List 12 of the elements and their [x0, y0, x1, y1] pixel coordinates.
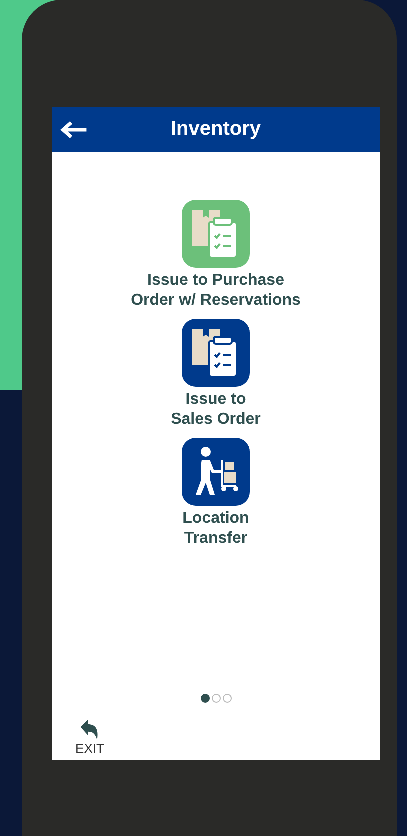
menu-item-label[interactable]: Location Transfer: [182, 509, 250, 549]
clipboard-box-icon[interactable]: [182, 200, 250, 268]
menu-item-label[interactable]: Issue to Purchase Order w/ Reservations: [131, 271, 301, 311]
menu-item-label[interactable]: Issue to Sales Order: [171, 390, 261, 430]
exit-button[interactable]: EXIT: [72, 719, 108, 756]
hand-truck-icon[interactable]: [182, 438, 250, 506]
screen-title: Inventory: [170, 118, 262, 141]
clipboard-box-icon[interactable]: [182, 319, 250, 387]
page-indicator-dot[interactable]: [222, 694, 232, 703]
undo-arrow-icon: [79, 719, 101, 741]
page-indicator-dot[interactable]: [212, 694, 220, 703]
page-indicator-dot[interactable]: [200, 694, 210, 703]
